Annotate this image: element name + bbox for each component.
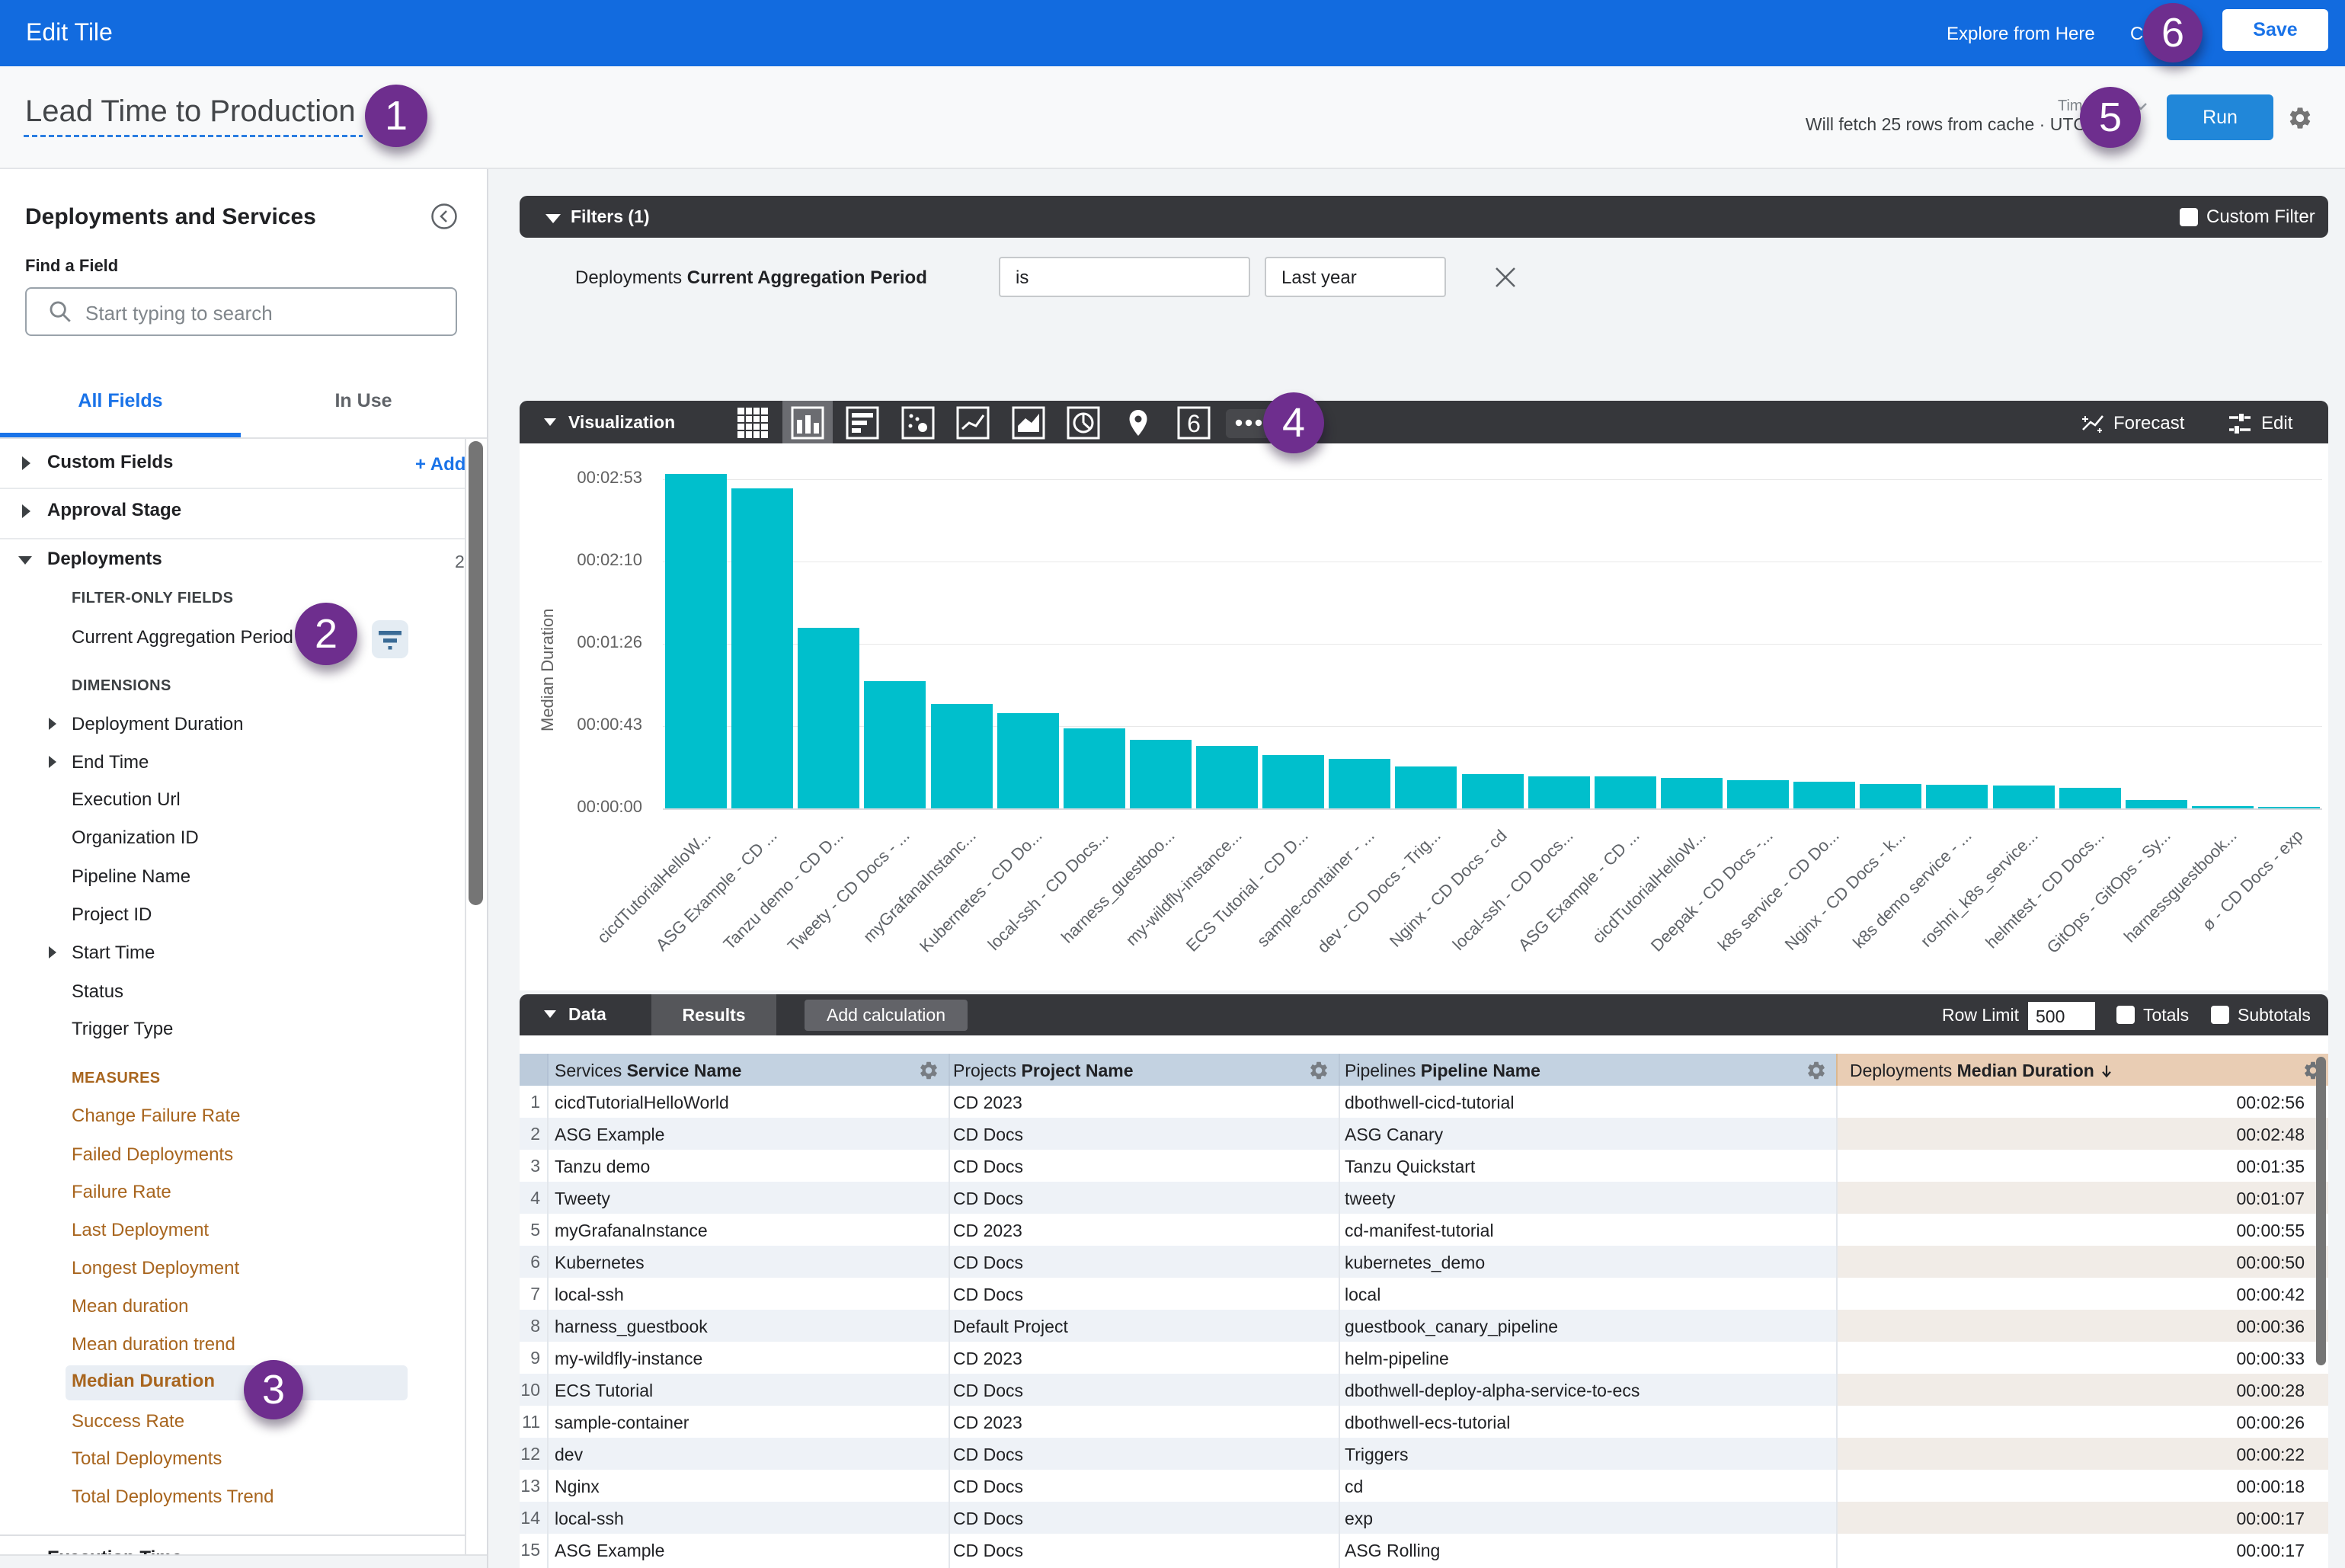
svg-text:6: 6 <box>1187 410 1201 437</box>
